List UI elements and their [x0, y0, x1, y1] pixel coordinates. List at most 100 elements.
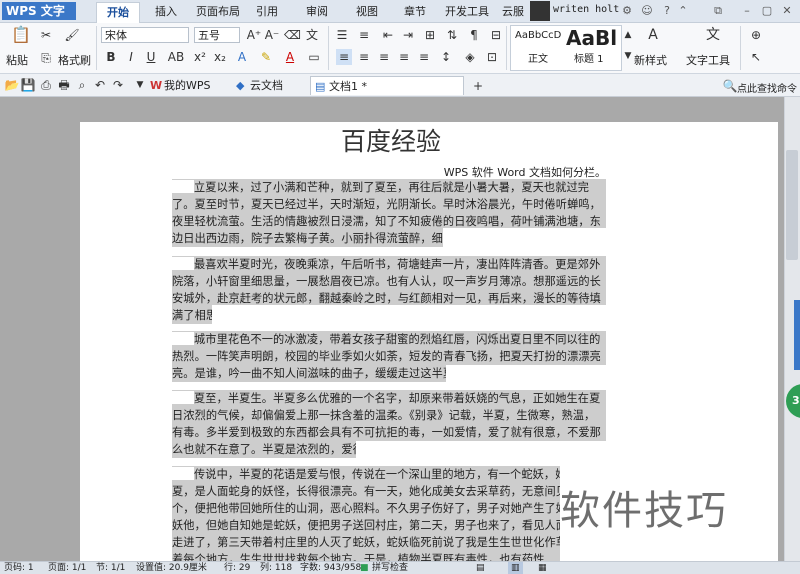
tab-cloud-docs-label: 云文档: [250, 79, 283, 92]
paste-label[interactable]: 粘贴: [6, 52, 28, 68]
app-menu-button[interactable]: WPS 文字: [2, 2, 76, 20]
tab-my-wps[interactable]: W 我的WPS: [146, 76, 228, 95]
save-icon[interactable]: 💾: [20, 77, 36, 93]
select-icon[interactable]: ↖: [748, 49, 764, 65]
italic-button[interactable]: I: [123, 49, 139, 65]
strikethrough-icon[interactable]: AB: [165, 49, 187, 65]
divider: [96, 26, 97, 70]
justify-icon[interactable]: ≡: [396, 49, 412, 65]
font-color-icon[interactable]: A: [282, 49, 298, 65]
redo-icon[interactable]: ↷: [110, 77, 126, 93]
indent-icon[interactable]: ⇥: [400, 27, 416, 43]
export-pdf-icon[interactable]: ⎙: [38, 77, 54, 93]
undo-icon[interactable]: ↶: [92, 77, 108, 93]
copy-icon[interactable]: ⎘: [38, 50, 54, 66]
line-spacing-icon[interactable]: ↕: [438, 49, 454, 65]
format-painter-icon[interactable]: 🖌: [64, 27, 80, 43]
paste-icon[interactable]: 📋: [10, 27, 32, 47]
status-spell[interactable]: 拼写检查: [372, 562, 408, 574]
align-right-icon[interactable]: ≡: [376, 49, 392, 65]
status-row: 行: 29: [224, 563, 251, 573]
tab-developer[interactable]: 开发工具: [443, 2, 491, 22]
settings-icon[interactable]: ⚙: [620, 4, 634, 18]
find-icon[interactable]: ⊕: [748, 27, 764, 43]
font-name-combo[interactable]: 宋体: [101, 27, 189, 43]
chinese-layout-icon[interactable]: ⊞: [422, 27, 438, 43]
cut-icon[interactable]: ✂: [38, 27, 54, 43]
user-name[interactable]: writen holt: [553, 4, 619, 15]
avatar[interactable]: [530, 1, 550, 21]
new-style-label[interactable]: 新样式: [634, 52, 667, 68]
subscript-icon[interactable]: x₂: [212, 49, 228, 65]
view-web-icon[interactable]: ▦: [538, 562, 547, 574]
new-style-icon[interactable]: A: [642, 27, 664, 43]
text-tools-icon[interactable]: 文: [702, 27, 724, 43]
style-scroll-icon[interactable]: ▲: [620, 27, 636, 43]
format-painter-label[interactable]: 格式刷: [58, 52, 91, 68]
tab-review[interactable]: 审阅: [300, 2, 334, 22]
print-icon[interactable]: 🖶: [56, 77, 72, 93]
close-icon[interactable]: ✕: [780, 4, 794, 18]
font-size-combo[interactable]: 五号: [194, 27, 240, 43]
sort-icon[interactable]: ⇅: [444, 27, 460, 43]
shading-icon[interactable]: ◈: [462, 49, 478, 65]
style-normal-label: 正文: [528, 54, 548, 65]
tab-document[interactable]: ▤ 文档1 *: [310, 76, 464, 95]
table-icon[interactable]: ⊟: [488, 27, 504, 43]
shrink-font-icon[interactable]: A⁻: [264, 27, 280, 43]
print-preview-icon[interactable]: ⌕: [74, 77, 90, 93]
clear-format-icon[interactable]: ⌫: [284, 27, 301, 43]
minimize-icon[interactable]: –: [740, 4, 754, 18]
tab-cloud-docs[interactable]: ◆ 云文档: [232, 76, 302, 95]
numbering-icon[interactable]: ≡: [356, 27, 372, 43]
border-icon[interactable]: ⊡: [484, 49, 500, 65]
tab-references[interactable]: 引用: [252, 2, 282, 22]
phonetic-icon[interactable]: 文: [304, 27, 320, 43]
distribute-icon[interactable]: ≡: [416, 49, 432, 65]
tab-page-layout[interactable]: 页面布局: [193, 2, 243, 22]
char-border-icon[interactable]: ▭: [306, 49, 322, 65]
tab-insert[interactable]: 插入: [148, 2, 184, 22]
page-title: 百度经验: [340, 127, 441, 156]
wps-icon: W: [150, 79, 163, 92]
style-normal-sample[interactable]: AaBbCcD: [515, 30, 561, 41]
page-blank-region: [443, 228, 778, 254]
superscript-icon[interactable]: x²: [192, 49, 208, 65]
page-top-margin: [80, 97, 778, 122]
divider: [740, 26, 741, 70]
outdent-icon[interactable]: ⇤: [380, 27, 396, 43]
bold-button[interactable]: B: [103, 49, 119, 65]
status-page-no: 页码: 1: [4, 563, 34, 573]
text-tools-label[interactable]: 文字工具: [686, 52, 730, 68]
align-left-icon[interactable]: ≡: [336, 49, 352, 65]
open-icon[interactable]: 📂: [4, 77, 20, 93]
tab-chapter[interactable]: 章节: [398, 2, 432, 22]
help-icon[interactable]: ?: [660, 4, 674, 18]
maximize-icon[interactable]: ▢: [760, 4, 774, 18]
text-effect-icon[interactable]: A: [234, 49, 250, 65]
search-icon[interactable]: 🔍: [722, 78, 738, 94]
document-icon: ▤: [315, 80, 326, 93]
side-panel-handle[interactable]: [794, 300, 800, 370]
restore-icon[interactable]: ⧉: [711, 4, 725, 18]
skin-icon[interactable]: ☺: [640, 4, 654, 18]
align-center-icon[interactable]: ≡: [356, 49, 372, 65]
spell-check-icon[interactable]: ■: [360, 562, 369, 574]
cloud-icon: ◆: [236, 79, 245, 92]
style-heading1-sample[interactable]: AaBl: [566, 26, 617, 50]
scrollbar-thumb[interactable]: [786, 150, 798, 260]
show-marks-icon[interactable]: ¶: [466, 27, 482, 43]
tab-view[interactable]: 视图: [350, 2, 384, 22]
tab-home[interactable]: 开始: [96, 2, 140, 23]
highlight-icon[interactable]: ✎: [258, 49, 274, 65]
bullets-icon[interactable]: ☰: [334, 27, 350, 43]
grow-font-icon[interactable]: A⁺: [246, 27, 262, 43]
tab-cloud[interactable]: 云服: [498, 2, 528, 22]
chevron-up-icon[interactable]: ⌃: [676, 4, 690, 18]
paragraph[interactable]: 传说中，半夏的花语是爱与恨，传说在一个深山里的地方，有一个蛇妖，她叫半夏，是人面…: [172, 466, 606, 561]
view-read-icon[interactable]: ▥: [508, 562, 523, 574]
view-page-icon[interactable]: ▤: [476, 562, 485, 574]
find-command-field[interactable]: 点此查找命令: [737, 80, 797, 95]
underline-button[interactable]: U: [143, 49, 159, 65]
new-tab-icon[interactable]: +: [470, 78, 486, 94]
